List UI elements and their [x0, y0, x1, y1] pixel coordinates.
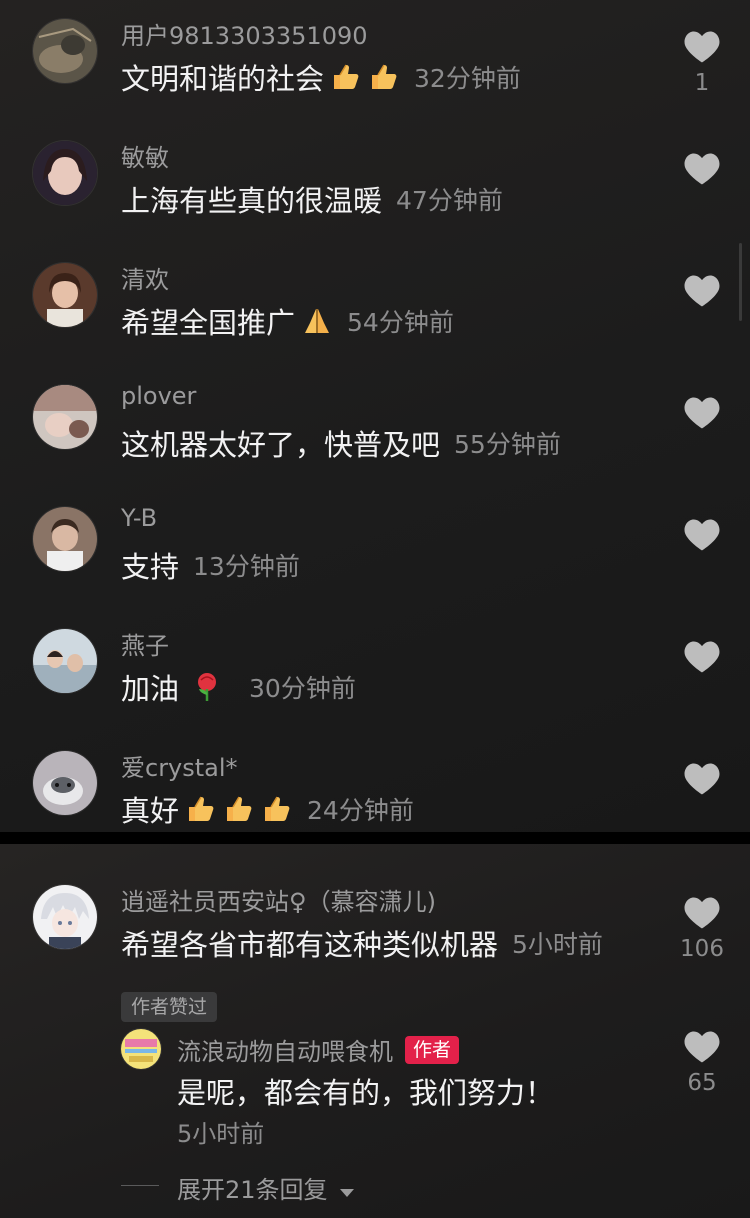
- avatar[interactable]: [32, 140, 98, 206]
- like-button[interactable]: 65: [682, 1030, 722, 1096]
- comment-text: 希望各省市都有这种类似机器 5小时前: [121, 922, 603, 964]
- like-button[interactable]: [682, 274, 722, 314]
- heart-icon: [684, 1031, 720, 1063]
- like-button[interactable]: [682, 152, 722, 192]
- heart-icon: [684, 897, 720, 929]
- comment-text: 这机器太好了，快普及吧 55分钟前: [121, 422, 561, 464]
- heart-icon: [684, 641, 720, 673]
- username[interactable]: 爱crystal*: [121, 748, 238, 783]
- username[interactable]: 清欢: [121, 260, 169, 295]
- like-count: 65: [687, 1070, 717, 1096]
- author-tag: 作者: [405, 1035, 460, 1064]
- comment-text: 希望全国推广 54分钟前: [121, 300, 454, 342]
- comment-item[interactable]: 敏敏 上海有些真的很温暖 47分钟前: [0, 122, 750, 244]
- heart-icon: [684, 153, 720, 185]
- avatar[interactable]: [32, 884, 98, 950]
- comment-time: 13分钟前: [193, 552, 300, 581]
- reply-item[interactable]: 流浪动物自动喂食机 作者 是呢，都会有的，我们努力！ 5小时前 65: [0, 1022, 750, 1148]
- thumbs-up-icon: [261, 793, 293, 825]
- heart-icon: [684, 397, 720, 429]
- like-button[interactable]: [682, 640, 722, 680]
- author-liked-badge: 作者赞过: [121, 992, 218, 1022]
- username[interactable]: 用户9813303351090: [121, 16, 368, 51]
- heart-icon: [684, 763, 720, 795]
- reply-time: 5小时前: [177, 1120, 265, 1148]
- comment-time: 5小时前: [512, 930, 603, 959]
- comment-text: 支持 13分钟前: [121, 544, 300, 586]
- comment-time: 54分钟前: [347, 308, 454, 337]
- comment-list: 用户9813303351090 文明和谐的社会 32分钟前 1 敏敏 上海有些真…: [0, 0, 750, 832]
- comment-time: 30分钟前: [249, 674, 356, 703]
- like-button[interactable]: [682, 396, 722, 436]
- heart-icon: [684, 275, 720, 307]
- comment-item[interactable]: 爱crystal* 真好 24分钟前: [0, 732, 750, 832]
- thumbs-up-icon: [223, 793, 255, 825]
- avatar[interactable]: [32, 506, 98, 572]
- reply-username-row: 流浪动物自动喂食机 作者: [177, 1032, 460, 1067]
- comment-time: 47分钟前: [396, 186, 503, 215]
- comment-text: 真好 24分钟前: [121, 788, 414, 830]
- username[interactable]: 流浪动物自动喂食机: [177, 1032, 393, 1067]
- username[interactable]: plover: [121, 382, 196, 410]
- comment-text: 文明和谐的社会 32分钟前: [121, 56, 521, 98]
- comment-item[interactable]: 燕子 加油 30分钟前: [0, 610, 750, 732]
- comment-item[interactable]: 用户9813303351090 文明和谐的社会 32分钟前 1: [0, 0, 750, 122]
- comment-time: 24分钟前: [307, 796, 414, 825]
- like-button[interactable]: [682, 762, 722, 802]
- avatar[interactable]: [120, 1028, 162, 1070]
- caret-down-icon: [339, 1177, 355, 1205]
- comment-item[interactable]: 逍遥社员西安站♀（慕容潇儿) 希望各省市都有这种类似机器 5小时前 作者赞过 1…: [0, 866, 750, 1026]
- avatar[interactable]: [32, 18, 98, 84]
- avatar[interactable]: [32, 628, 98, 694]
- expand-replies-button[interactable]: 展开21条回复: [177, 1170, 355, 1205]
- thumbs-up-icon: [185, 793, 217, 825]
- username[interactable]: 燕子: [121, 626, 169, 661]
- pray-icon: [301, 305, 333, 337]
- username[interactable]: 逍遥社员西安站♀（慕容潇儿): [121, 882, 436, 917]
- like-count: 1: [694, 70, 710, 96]
- comment-item[interactable]: 清欢 希望全国推广 54分钟前: [0, 244, 750, 366]
- section-divider: [0, 832, 750, 844]
- avatar[interactable]: [32, 750, 98, 816]
- avatar[interactable]: [32, 262, 98, 328]
- comment-item[interactable]: Y-B 支持 13分钟前: [0, 488, 750, 610]
- comment-time: 32分钟前: [414, 64, 521, 93]
- like-button[interactable]: [682, 518, 722, 558]
- thumbs-up-icon: [368, 61, 400, 93]
- like-count: 106: [680, 936, 724, 962]
- thumbs-up-icon: [330, 61, 362, 93]
- comment-text: 加油 30分钟前: [121, 666, 356, 708]
- heart-icon: [684, 31, 720, 63]
- heart-icon: [684, 519, 720, 551]
- username[interactable]: Y-B: [121, 504, 157, 532]
- comment-item[interactable]: plover 这机器太好了，快普及吧 55分钟前: [0, 366, 750, 488]
- comment-time: 55分钟前: [454, 430, 561, 459]
- like-button[interactable]: 106: [680, 896, 724, 962]
- comment-text: 上海有些真的很温暖 47分钟前: [121, 178, 503, 220]
- avatar[interactable]: [32, 384, 98, 450]
- username[interactable]: 敏敏: [121, 138, 169, 173]
- expand-divider: [121, 1185, 159, 1186]
- rose-icon: [191, 671, 223, 703]
- comment-thread: 逍遥社员西安站♀（慕容潇儿) 希望各省市都有这种类似机器 5小时前 作者赞过 1…: [0, 844, 750, 1218]
- like-button[interactable]: 1: [682, 30, 722, 96]
- reply-text: 是呢，都会有的，我们努力！: [177, 1076, 555, 1110]
